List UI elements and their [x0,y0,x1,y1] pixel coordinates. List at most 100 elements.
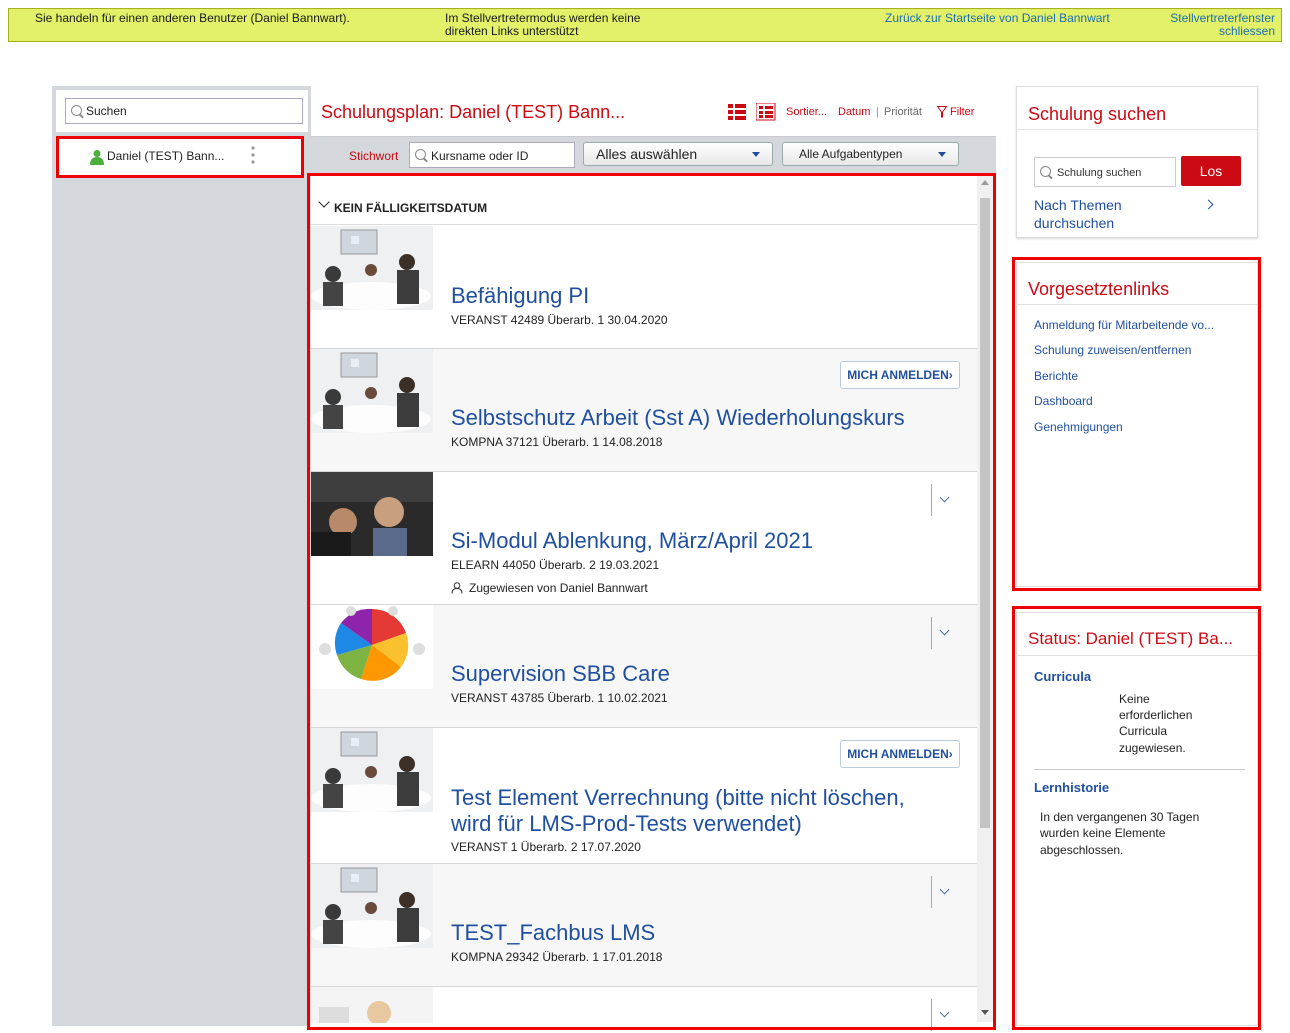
curricula-label[interactable]: Curricula [1034,669,1091,684]
keyword-input[interactable]: Kursname oder ID [409,142,575,168]
chevron-right-icon[interactable] [1203,199,1214,210]
task-type-label: Alle Aufgabentypen [799,147,903,161]
search-icon [1040,166,1051,177]
enroll-label: MICH ANMELDEN [847,368,949,382]
deputy-note-line2: direkten Links unterstützt [445,24,579,38]
plan-title: Schulungsplan: Daniel (TEST) Bann... [321,102,626,122]
user-icon [90,150,104,165]
go-button[interactable]: Los [1181,156,1241,186]
manager-link-reports[interactable]: Berichte [1034,369,1078,383]
training-search-panel: Schulung suchen Schulung suchen Los Nach… [1016,86,1258,238]
scroll-up-arrow[interactable] [981,180,989,185]
keyword-placeholder: Kursname oder ID [431,149,529,163]
course-title[interactable]: Befähigung PI [451,283,589,309]
sort-separator: | [876,106,879,118]
training-search-title: Schulung suchen [1028,104,1167,124]
course-thumbnail [311,987,433,1023]
history-text-l3: abgeschlossen. [1040,843,1124,857]
course-thumbnail [311,349,433,433]
expand-chevron-icon[interactable] [931,876,957,908]
plan-header: Schulungsplan: Daniel (TEST) Bann... Sor… [311,86,996,136]
more-options-icon[interactable] [251,146,255,164]
filter-bar: Stichwort Kursname oder ID Alles auswähl… [311,136,996,172]
enroll-button[interactable]: MICH ANMELDEN› [840,361,960,389]
expand-chevron-icon[interactable] [931,617,957,649]
list-view-icon[interactable] [728,104,746,120]
course-item [311,987,977,1031]
curricula-text-l4: zugewiesen. [1119,741,1186,755]
user-item[interactable]: Daniel (TEST) Bann... [56,136,304,178]
course-title[interactable]: TEST_Fachbus LMS [451,920,655,946]
training-search-placeholder: Schulung suchen [1057,167,1142,179]
course-thumbnail [311,605,433,689]
close-deputy-link-line1[interactable]: Stellvertreterfenster [1170,12,1275,24]
course-item: Si-Modul Ablenkung, März/April 2021 ELEA… [311,472,977,605]
expand-chevron-icon[interactable] [931,999,957,1031]
course-meta: KOMPNA 29342 Überarb. 1 17.01.2018 [451,950,663,964]
group-label: KEIN FÄLLIGKEITSDATUM [334,201,488,215]
scrollbar-thumb[interactable] [980,198,990,828]
course-item: Befähigung PI VERANST 42489 Überarb. 1 3… [311,226,977,349]
training-search-input[interactable]: Schulung suchen [1034,157,1176,187]
impersonation-text: Sie handeln für einen anderen Benutzer (… [35,11,350,25]
manager-link-approvals[interactable]: Genehmigungen [1034,420,1123,434]
course-item: MICH ANMELDEN› Selbstschutz Arbeit (Sst … [311,349,977,472]
manager-link-assign[interactable]: Schulung zuweisen/entfernen [1034,343,1191,357]
left-search-placeholder: Suchen [86,104,127,118]
course-title[interactable]: Supervision SBB Care [451,661,670,687]
search-icon [71,105,82,116]
impersonation-banner: Sie handeln für einen anderen Benutzer (… [8,8,1282,42]
course-title-line1[interactable]: Test Element Verrechnung (bitte nicht lö… [451,785,905,811]
status-panel: Status: Daniel (TEST) Ba... Curricula Ke… [1016,612,1258,1026]
left-search-input[interactable]: Suchen [65,98,303,124]
person-icon [451,582,463,594]
manager-link-enrollment[interactable]: Anmeldung für Mitarbeitende vo... [1034,318,1214,332]
sort-date[interactable]: Datum [838,106,870,118]
keyword-label: Stichwort [349,149,399,163]
enroll-label: MICH ANMELDEN [847,747,949,761]
course-meta: KOMPNA 37121 Überarb. 1 14.08.2018 [451,435,663,449]
sort-label[interactable]: Sortier... [786,106,827,118]
back-to-home-link[interactable]: Zurück zur Startseite von Daniel Bannwar… [885,12,1110,24]
course-thumbnail [311,864,433,948]
course-item: TEST_Fachbus LMS KOMPNA 29342 Überarb. 1… [311,864,977,987]
course-meta: ELEARN 44050 Überarb. 2 19.03.2021 [451,558,660,572]
scroll-down-arrow[interactable] [981,1010,989,1015]
filter-icon[interactable] [937,106,947,118]
course-title[interactable]: Selbstschutz Arbeit (Sst A) Wiederholung… [451,405,905,431]
course-meta: VERANST 1 Überarb. 2 17.07.2020 [451,840,641,854]
browse-topics-line2[interactable]: durchsuchen [1034,215,1114,231]
course-title-line2[interactable]: wird für LMS-Prod-Tests verwendet) [451,811,802,837]
close-deputy-link-line2[interactable]: schliessen [1219,25,1275,37]
course-title[interactable]: Si-Modul Ablenkung, März/April 2021 [451,528,813,554]
collapse-chevron-icon[interactable] [318,196,330,208]
history-text-l1: In den vergangenen 30 Tagen [1040,810,1200,824]
user-name: Daniel (TEST) Bann... [107,149,225,163]
course-thumbnail [311,728,433,812]
divider [311,224,977,225]
course-meta: VERANST 43785 Überarb. 1 10.02.2021 [451,691,668,705]
assigned-by: Zugewiesen von Daniel Bannwart [469,581,648,595]
course-item: Supervision SBB Care VERANST 43785 Übera… [311,605,977,728]
divider [1017,304,1257,305]
sort-priority[interactable]: Priorität [884,106,922,118]
manager-link-dashboard[interactable]: Dashboard [1034,394,1093,408]
browse-topics-line1[interactable]: Nach Themen [1034,197,1122,213]
learning-history-label[interactable]: Lernhistorie [1034,780,1109,795]
scrollbar[interactable] [977,176,993,1022]
course-meta: VERANST 42489 Überarb. 1 30.04.2020 [451,313,668,327]
divider [1017,129,1257,130]
course-item: MICH ANMELDEN› Test Element Verrechnung … [311,728,977,864]
detail-view-icon[interactable] [756,103,776,121]
expand-chevron-icon[interactable] [931,484,957,516]
select-all-label: Alles auswählen [596,146,698,162]
select-all-dropdown[interactable]: Alles auswählen [583,142,773,166]
course-thumbnail [311,472,433,556]
status-title: Status: Daniel (TEST) Ba... [1028,629,1234,648]
keyword-search-icon [415,149,426,160]
enroll-button[interactable]: MICH ANMELDEN› [840,740,960,768]
filter-label[interactable]: Filter [950,106,974,118]
curricula-text-l3: Curricula [1119,724,1168,738]
curricula-text-l1: Keine [1119,692,1150,706]
task-type-dropdown[interactable]: Alle Aufgabentypen [782,142,959,166]
